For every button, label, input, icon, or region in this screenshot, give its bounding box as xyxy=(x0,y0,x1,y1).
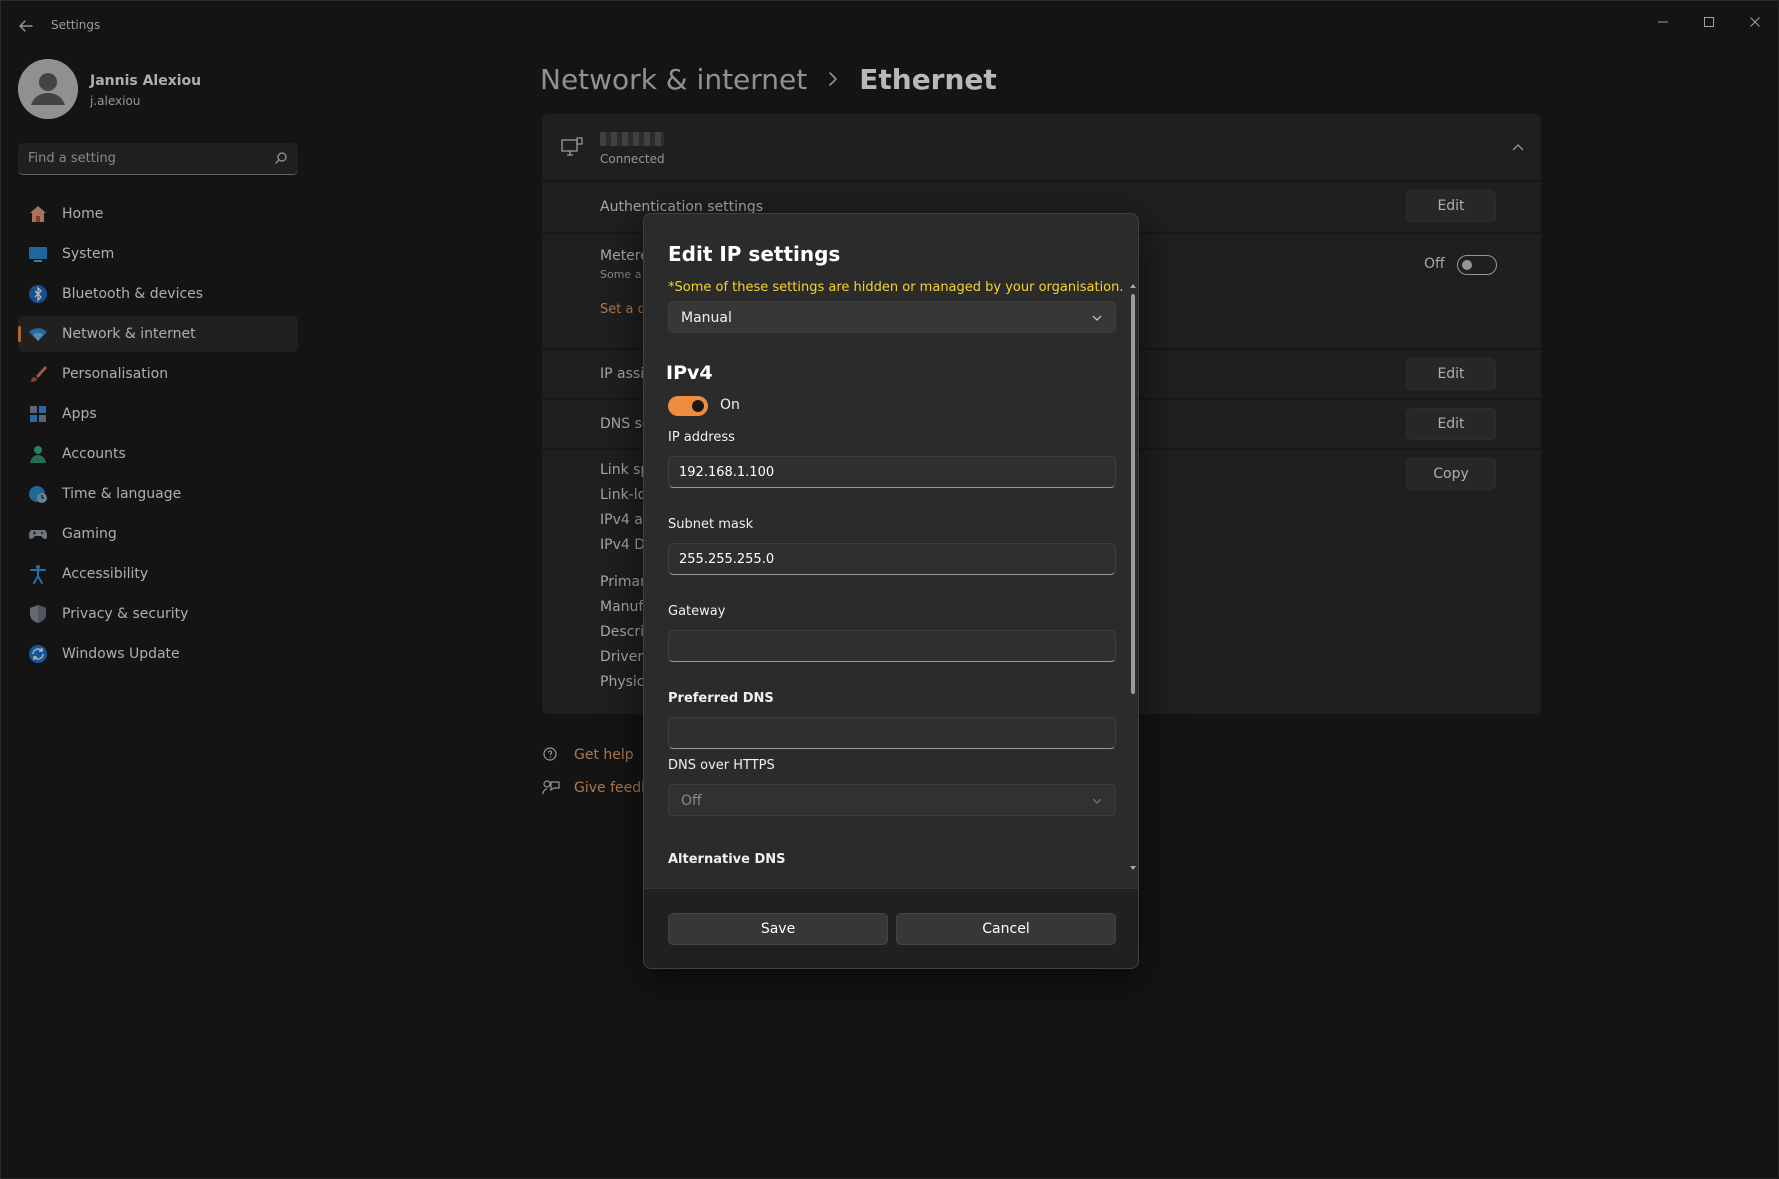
dialog-scrollbar[interactable] xyxy=(1129,282,1137,872)
subnet-mask-label: Subnet mask xyxy=(668,517,754,532)
dialog-content[interactable]: *Some of these settings are hidden or ma… xyxy=(644,274,1138,888)
ip-mode-dropdown[interactable]: Manual xyxy=(668,301,1116,333)
ipv4-toggle[interactable] xyxy=(668,396,708,416)
cancel-button[interactable]: Cancel xyxy=(896,913,1116,945)
gateway-label: Gateway xyxy=(668,604,726,619)
preferred-dns-label: Preferred DNS xyxy=(668,691,774,706)
dialog-title: Edit IP settings xyxy=(668,242,841,266)
ip-address-label: IP address xyxy=(668,430,735,445)
ipv4-title: IPv4 xyxy=(666,362,713,384)
dns-over-https-label: DNS over HTTPS xyxy=(668,758,775,773)
gateway-input[interactable] xyxy=(668,630,1116,662)
ip-address-input[interactable] xyxy=(668,456,1116,488)
dns-over-https-value: Off xyxy=(681,793,702,809)
save-button[interactable]: Save xyxy=(668,913,888,945)
alternative-dns-label: Alternative DNS xyxy=(668,852,786,867)
ipv4-toggle-label: On xyxy=(720,397,740,413)
preferred-dns-input[interactable] xyxy=(668,717,1116,749)
subnet-mask-input[interactable] xyxy=(668,543,1116,575)
chevron-down-icon xyxy=(1092,798,1102,804)
scrollbar-thumb[interactable] xyxy=(1131,294,1135,694)
edit-ip-dialog: Edit IP settings *Some of these settings… xyxy=(643,213,1139,969)
chevron-down-icon xyxy=(1092,315,1102,321)
dialog-footer: Save Cancel xyxy=(644,888,1138,968)
dns-over-https-dropdown[interactable]: Off xyxy=(668,784,1116,816)
managed-warning: *Some of these settings are hidden or ma… xyxy=(668,280,1124,295)
scroll-up-icon[interactable] xyxy=(1129,282,1137,290)
scroll-down-icon[interactable] xyxy=(1129,864,1137,872)
settings-window: Settings Jannis Alexiou j.alexiou Find a… xyxy=(0,0,1779,1179)
ip-mode-value: Manual xyxy=(681,310,732,326)
